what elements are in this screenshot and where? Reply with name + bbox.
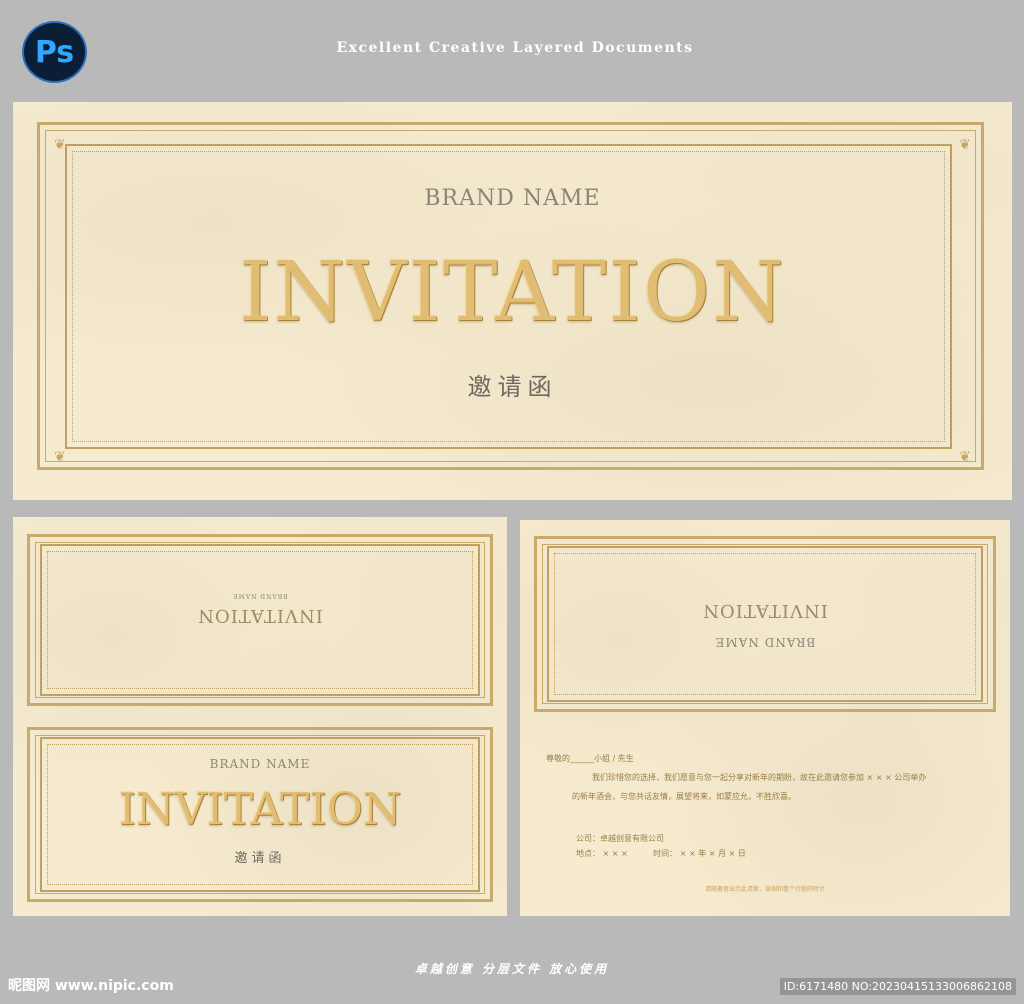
main-invitation-card: ❦ ❦ ❦ ❦ BRAND NAME INVITATION 邀请函 xyxy=(13,102,1012,500)
corner-ornament-icon: ❦ xyxy=(54,449,66,465)
right-top-content: BRAND NAME INVITATION xyxy=(520,600,1010,649)
left-top-content: INVITATION BRAND NAME xyxy=(13,592,507,628)
letter-footer-note: 请随邀者出示此请柬，谢谢和整个行程的时计 xyxy=(704,886,825,893)
letter-body-line-2: 的新年酒会，与您共话友情，展望将来，如蒙应允，不胜欣喜。 xyxy=(572,792,796,801)
left-bottom-subtitle: 邀请函 xyxy=(234,851,286,866)
main-brand-name: BRAND NAME xyxy=(424,186,601,211)
left-top-brand: BRAND NAME xyxy=(232,592,288,599)
main-invitation-title: INVITATION xyxy=(239,245,786,340)
letter-body-line-1: 我们珍惜您的选择，我们愿意与您一起分享对新年的期盼，故在此邀请您参加 × × ×… xyxy=(592,773,927,782)
right-folded-card: BRAND NAME INVITATION 尊敬的______小姐 / 先生 我… xyxy=(520,520,1010,916)
letter-salutation: 尊敬的______小姐 / 先生 xyxy=(546,754,634,763)
left-bottom-title: INVITATION xyxy=(118,784,402,835)
right-top-title: INVITATION xyxy=(702,600,828,621)
letter-company: 公司：卓越创意有限公司 xyxy=(576,834,664,843)
corner-ornament-icon: ❦ xyxy=(54,137,66,153)
main-invitation-subtitle: 邀请函 xyxy=(467,373,558,401)
letter-place-time: 地点： × × × 时间： × × 年 × 月 × 日 xyxy=(576,849,746,858)
left-top-title: INVITATION xyxy=(197,605,323,626)
top-banner: Excellent Creative Layered Documents xyxy=(336,40,694,56)
watermark-id: ID:6171480 NO:20230415133006862108 xyxy=(779,978,1016,995)
corner-ornament-icon: ❦ xyxy=(959,449,971,465)
watermark-site: 昵图网 www.nipic.com xyxy=(8,978,174,994)
left-folded-card: INVITATION BRAND NAME BRAND NAME INVITAT… xyxy=(13,517,507,916)
right-top-brand: BRAND NAME xyxy=(714,635,816,649)
corner-ornament-icon: ❦ xyxy=(959,137,971,153)
left-bottom-brand: BRAND NAME xyxy=(209,757,311,771)
